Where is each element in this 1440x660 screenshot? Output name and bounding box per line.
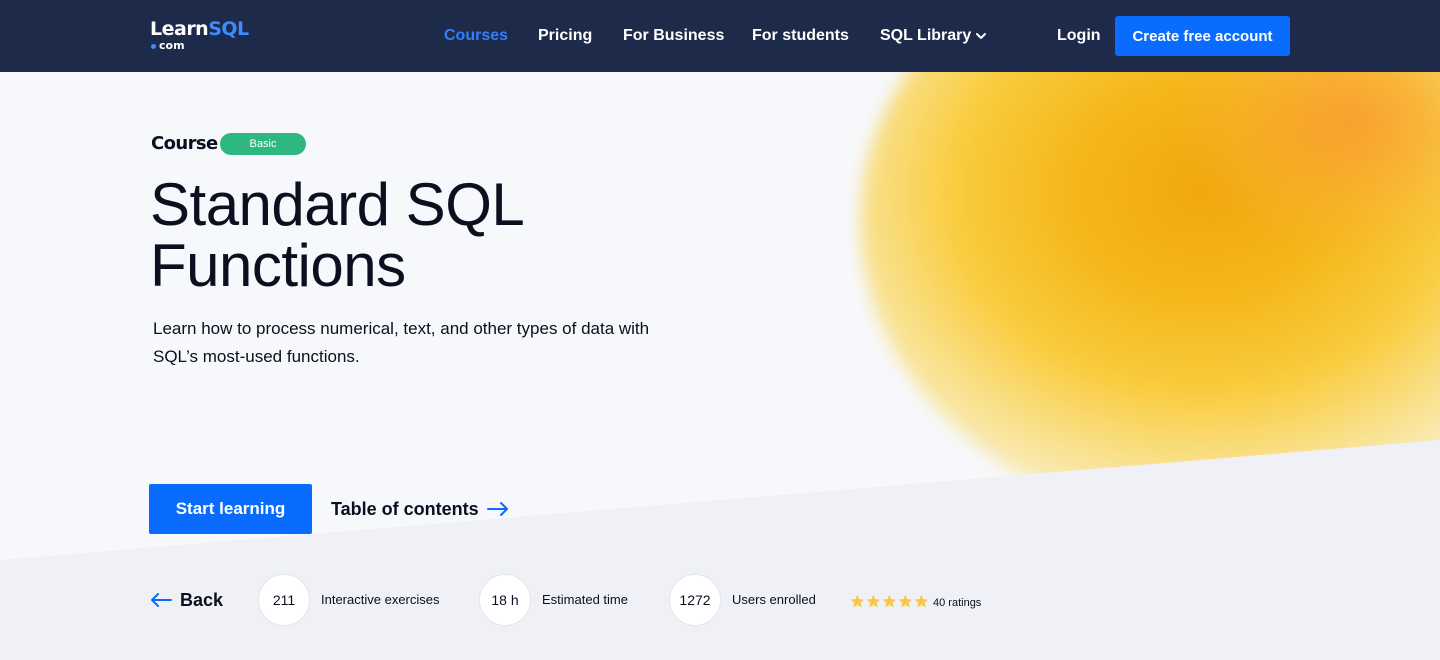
course-eyebrow: Course	[151, 133, 218, 154]
create-free-account-button[interactable]: Create free account	[1115, 16, 1290, 56]
level-badge: Basic	[220, 133, 306, 155]
start-learning-button[interactable]: Start learning	[149, 484, 312, 534]
login-link[interactable]: Login	[1057, 24, 1101, 48]
estimated-time-label: Estimated time	[542, 592, 628, 607]
star-icon	[898, 594, 913, 608]
star-icon	[914, 594, 929, 608]
rating-stars	[850, 594, 929, 608]
page-title-line-1: Standard SQL	[150, 171, 525, 238]
nav-link-for-business[interactable]: For Business	[623, 24, 724, 48]
table-of-contents-label: Table of contents	[331, 499, 479, 519]
logo-dot-icon	[151, 44, 156, 49]
exercises-label: Interactive exercises	[321, 592, 440, 607]
star-icon	[882, 594, 897, 608]
star-icon	[850, 594, 865, 608]
nav-link-pricing[interactable]: Pricing	[538, 24, 592, 48]
table-of-contents-link[interactable]: Table of contents	[331, 497, 509, 521]
arrow-left-icon	[151, 593, 172, 607]
page-title: Standard SQL Functions	[150, 174, 710, 296]
page-title-line-2: Functions	[150, 232, 406, 299]
nav-link-sql-library[interactable]: SQL Library	[880, 24, 971, 48]
logo-learn-text: Learn	[150, 18, 209, 40]
logo-sql-text: SQL	[208, 18, 249, 40]
learnsql-logo[interactable]: LearnSQL com	[150, 18, 260, 54]
logo-com-text: com	[159, 39, 185, 52]
star-icon	[866, 594, 881, 608]
ratings-count: 40 ratings	[933, 597, 982, 609]
nav-link-for-students[interactable]: For students	[752, 24, 849, 48]
arrow-right-icon	[486, 502, 508, 516]
users-enrolled-circle: 1272	[669, 574, 721, 626]
back-link[interactable]: Back	[150, 588, 223, 612]
back-label: Back	[180, 590, 224, 610]
users-enrolled-label: Users enrolled	[732, 592, 816, 607]
nav-link-courses[interactable]: Courses	[444, 24, 508, 48]
top-navbar: LearnSQL com Courses Pricing For Busines…	[0, 0, 1440, 72]
exercises-count-circle: 211	[258, 574, 310, 626]
course-description: Learn how to process numerical, text, an…	[153, 319, 650, 366]
chevron-down-icon[interactable]	[974, 29, 988, 43]
estimated-time-circle: 18 h	[479, 574, 531, 626]
